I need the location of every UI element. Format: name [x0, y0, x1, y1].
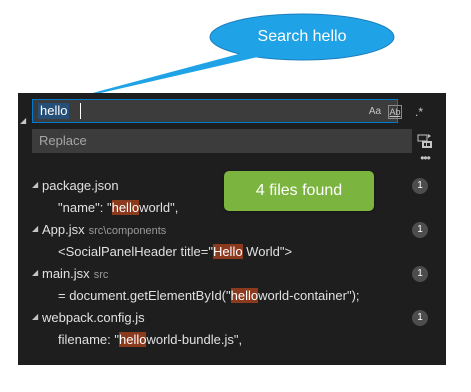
match-line: "name": "helloworld",	[58, 200, 179, 215]
file-row[interactable]: ◢ App.jsx src\components 1	[18, 219, 446, 241]
match-whole-word-icon[interactable]: Ab	[388, 105, 402, 119]
match-row[interactable]: = document.getElementById("helloworld-co…	[18, 285, 446, 307]
match-count-badge: 1	[412, 178, 428, 194]
regex-icon[interactable]: .*	[411, 105, 427, 119]
match-line: <SocialPanelHeader title="Hello World">	[58, 244, 293, 259]
match-highlight: hello	[230, 288, 259, 303]
callout-text: Search hello	[257, 28, 347, 45]
match-highlight: hello	[111, 200, 140, 215]
file-path: src\components	[88, 225, 167, 237]
chevron-down-icon[interactable]: ◢	[32, 269, 40, 277]
match-line: filename: "helloworld-bundle.js",	[58, 332, 243, 347]
file-row[interactable]: ◢ main.jsx src 1	[18, 263, 446, 285]
chevron-down-icon[interactable]: ◢	[20, 117, 28, 125]
match-case-icon[interactable]: Aa	[366, 105, 384, 119]
replace-all-icon[interactable]	[417, 133, 433, 149]
file-path: src	[93, 269, 109, 281]
file-name: App.jsx src\components	[42, 222, 167, 237]
match-highlight: hello	[118, 332, 147, 347]
files-found-toast: 4 files found	[224, 171, 374, 211]
match-row[interactable]: <SocialPanelHeader title="Hello World">	[18, 241, 446, 263]
match-count-badge: 1	[412, 310, 428, 326]
search-input[interactable]: hello Aa Ab .*	[32, 99, 423, 123]
replace-placeholder: Replace	[39, 133, 87, 148]
ellipsis-icon[interactable]: •••	[417, 152, 433, 164]
chevron-down-icon[interactable]: ◢	[32, 181, 40, 189]
file-row[interactable]: ◢ webpack.config.js 1	[18, 307, 446, 329]
file-name: main.jsx src	[42, 266, 109, 281]
search-panel: ◢ hello Aa Ab .* Replace ••• ◢ package.j…	[18, 93, 446, 365]
chevron-down-icon[interactable]: ◢	[32, 225, 40, 233]
match-line: = document.getElementById("helloworld-co…	[58, 288, 360, 303]
text-cursor	[80, 103, 81, 119]
match-count-badge: 1	[412, 222, 428, 238]
chevron-down-icon[interactable]: ◢	[32, 313, 40, 321]
file-name: package.json	[42, 178, 119, 193]
match-highlight: Hello	[212, 244, 243, 259]
file-name: webpack.config.js	[42, 310, 145, 325]
search-query[interactable]: hello	[38, 103, 70, 119]
match-row[interactable]: filename: "helloworld-bundle.js",	[18, 329, 446, 351]
match-count-badge: 1	[412, 266, 428, 282]
replace-input[interactable]: Replace	[32, 129, 412, 153]
